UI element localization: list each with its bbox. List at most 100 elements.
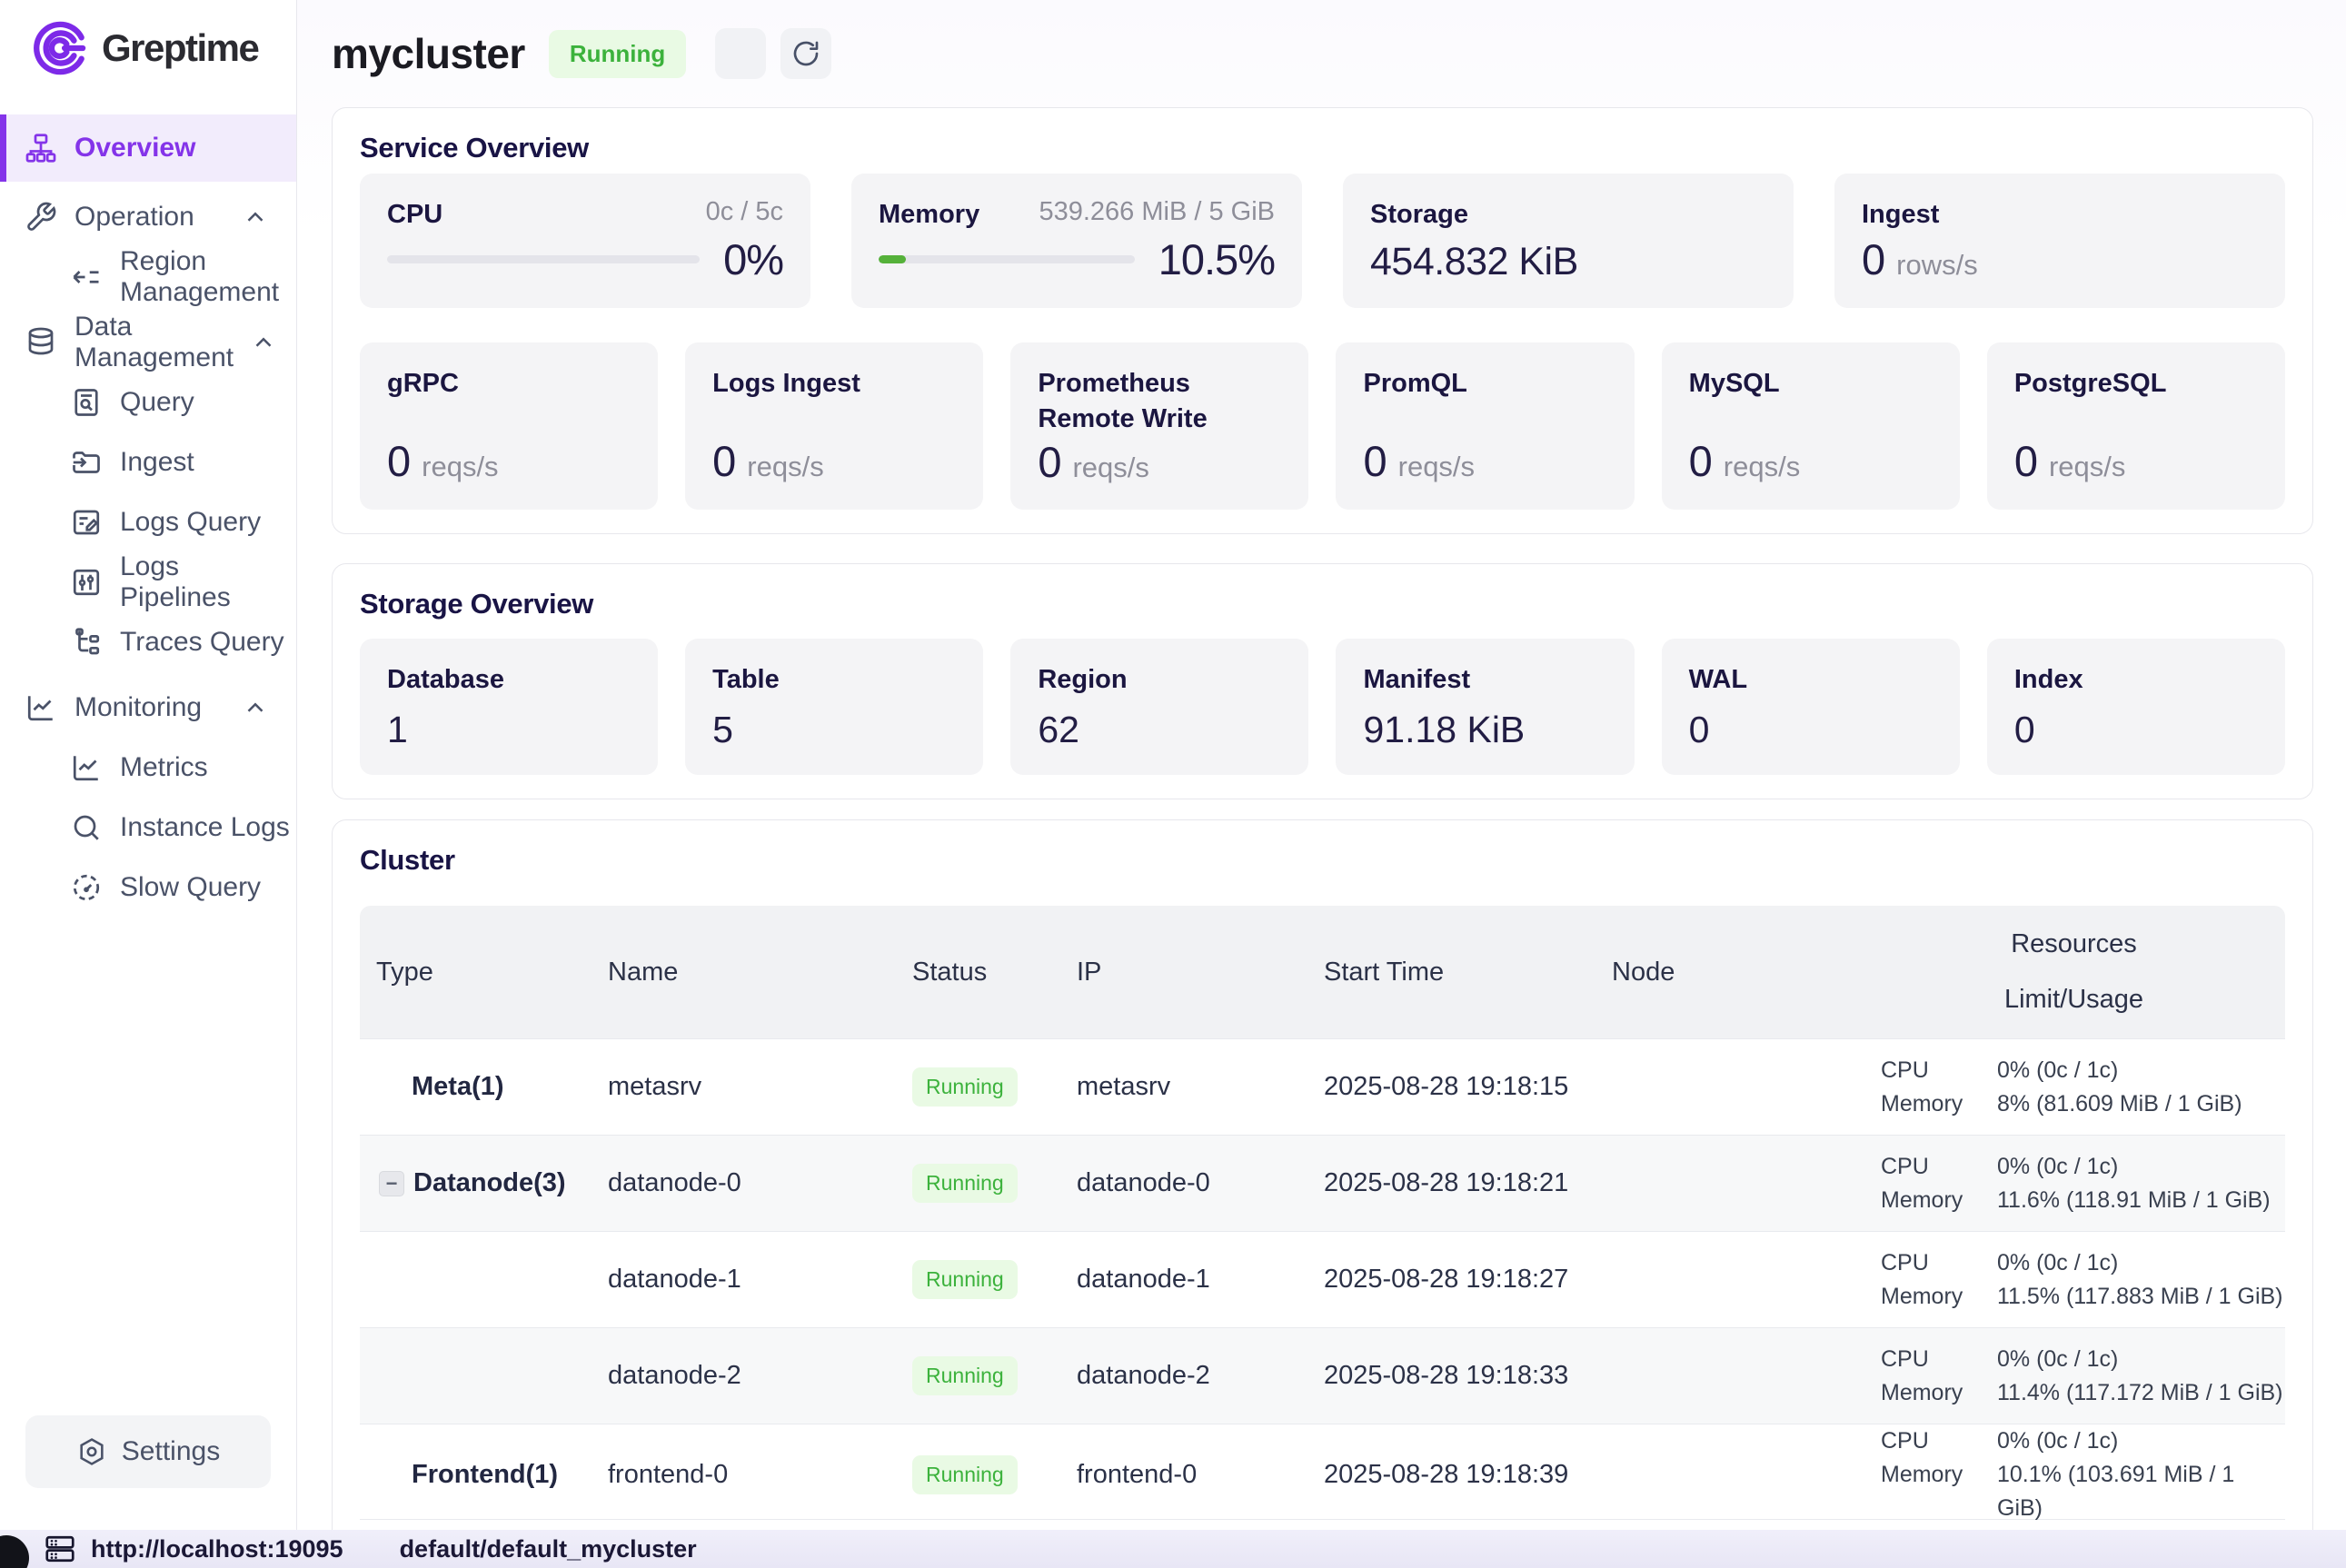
prometheus-remote-write-label: Prometheus Remote Write [1038,366,1281,437]
chevron-up-icon[interactable] [250,329,277,356]
column-header-name: Name [591,958,896,987]
service-stat-row: CPU 0c / 5c 0% Memory 539.266 MiB / 5 Gi… [360,174,2285,308]
row-resources: CPU0% (0c / 1c) Memory10.1% (103.691 MiB… [1863,1424,2285,1525]
status-bar: http://localhost:19095 default/default_m… [0,1530,2346,1568]
row-resources: CPU0% (0c / 1c) Memory8% (81.609 MiB / 1… [1863,1054,2285,1121]
grpc-label: gRPC [387,366,631,402]
page-title: mycluster [332,29,525,78]
grpc-unit: reqs/s [422,451,498,483]
region-arrow-icon [69,260,104,294]
row-ip: frontend-0 [1060,1460,1307,1490]
sidebar-item-label: Logs Pipelines [120,551,296,613]
database-label: Database [387,662,631,698]
sidebar-item-ingest[interactable]: Ingest [0,432,296,492]
manifest-value: 91.18 KiB [1363,709,1606,751]
settings-button[interactable]: Settings [25,1415,271,1488]
cpu-progress-bar [387,255,700,263]
sidebar-item-overview[interactable]: Overview [0,114,296,182]
server-url: http://localhost:19095 [91,1535,343,1563]
ingest-label: Ingest [1862,197,1939,233]
table-row-datanode-2[interactable]: datanode-2 Running datanode-2 2025-08-28… [360,1327,2285,1424]
storage-tile: Storage 454.832 KiB [1343,174,1794,308]
row-resources: CPU0% (0c / 1c) Memory11.4% (117.172 MiB… [1863,1343,2285,1410]
sidebar-item-label: Monitoring [75,692,202,723]
sitemap-icon [24,131,58,165]
status-badge: Running [912,1164,1018,1203]
status-badge: Running [912,1455,1018,1494]
sidebar-item-slow-query[interactable]: Slow Query [0,858,296,918]
logo-text: Greptime [102,26,258,70]
table-tile: Table 5 [685,639,983,775]
row-name: frontend-0 [591,1460,896,1490]
column-header-start-time: Start Time [1307,958,1595,987]
sidebar-item-operation[interactable]: Operation [0,187,296,247]
corner-artifact [0,1535,29,1568]
sidebar-item-traces-query[interactable]: Traces Query [0,612,296,672]
storage-stat-row: Database 1 Table 5 Region 62 Manifest 91… [360,639,2285,775]
refresh-icon [791,39,820,68]
chevron-up-icon[interactable] [242,203,269,231]
server-icon [44,1533,76,1565]
sidebar-item-metrics[interactable]: Metrics [0,738,296,798]
region-label: Region [1038,662,1281,698]
sidebar-item-instance-logs[interactable]: Instance Logs [0,798,296,858]
sidebar-item-monitoring[interactable]: Monitoring [0,678,296,738]
chevron-up-icon[interactable] [242,694,269,721]
postgresql-value: 0 [2014,436,2038,486]
prometheus-remote-write-unit: reqs/s [1072,452,1148,484]
cluster-table: Type Name Status IP Start Time Node Reso… [360,906,2285,1520]
file-search-icon [69,385,104,420]
sidebar-item-label: Operation [75,202,194,233]
secondary-action-button[interactable] [715,28,766,79]
column-header-status: Status [896,958,1060,987]
sidebar-item-logs-pipelines[interactable]: Logs Pipelines [0,552,296,612]
logs-ingest-label: Logs Ingest [712,366,956,402]
manifest-tile: Manifest 91.18 KiB [1336,639,1634,775]
index-tile: Index 0 [1987,639,2285,775]
status-badge: Running [912,1067,1018,1107]
status-badge: Running [912,1356,1018,1395]
mysql-value: 0 [1689,436,1713,486]
logs-ingest-unit: reqs/s [747,451,823,483]
row-start-time: 2025-08-28 19:18:39 [1307,1460,1595,1490]
collapse-toggle[interactable]: − [379,1171,404,1196]
sidebar-item-label: Region Management [120,246,296,308]
current-database: default/default_mycluster [400,1535,697,1563]
resources-header-label: Resources [2011,929,2137,959]
grpc-value: 0 [387,436,411,486]
sidebar-item-data-management[interactable]: Data Management [0,313,296,372]
ingest-unit: rows/s [1896,249,1978,282]
table-row-datanode-0[interactable]: − Datanode(3) datanode-0 Running datanod… [360,1135,2285,1231]
grpc-tile: gRPC 0 reqs/s [360,342,658,510]
row-name: metasrv [591,1072,896,1102]
manifest-label: Manifest [1363,662,1606,698]
storage-overview-card: Storage Overview Database 1 Table 5 Regi… [332,563,2313,799]
database-icon [24,325,58,360]
ingest-tile: Ingest 0 rows/s [1834,174,2285,308]
sidebar-item-label: Ingest [120,447,194,478]
row-start-time: 2025-08-28 19:18:33 [1307,1361,1595,1391]
sidebar-item-label: Traces Query [120,627,284,658]
logo[interactable]: Greptime [0,0,296,87]
index-label: Index [2014,662,2258,698]
postgresql-tile: PostgreSQL 0reqs/s [1987,342,2285,510]
chart-line-icon [24,690,58,725]
cpu-label: CPU [387,197,442,233]
table-row-metasrv[interactable]: Meta(1) metasrv Running metasrv 2025-08-… [360,1038,2285,1135]
row-type-label: Datanode(3) [413,1168,566,1198]
table-row-frontend-0[interactable]: Frontend(1) frontend-0 Running frontend-… [360,1424,2285,1520]
table-value: 5 [712,709,956,751]
sidebar-item-query[interactable]: Query [0,372,296,432]
file-edit-icon [69,505,104,540]
greptime-logo-icon [31,18,91,78]
wal-tile: WAL 0 [1662,639,1960,775]
sidebar-item-label: Query [120,387,194,418]
refresh-button[interactable] [780,28,831,79]
memory-tile: Memory 539.266 MiB / 5 GiB 10.5% [851,174,1302,308]
table-row-datanode-1[interactable]: datanode-1 Running datanode-1 2025-08-28… [360,1231,2285,1327]
sidebar-item-region-management[interactable]: Region Management [0,247,296,307]
row-start-time: 2025-08-28 19:18:27 [1307,1265,1595,1295]
sidebar-item-logs-query[interactable]: Logs Query [0,492,296,552]
storage-label: Storage [1370,197,1468,233]
promql-unit: reqs/s [1398,451,1475,483]
